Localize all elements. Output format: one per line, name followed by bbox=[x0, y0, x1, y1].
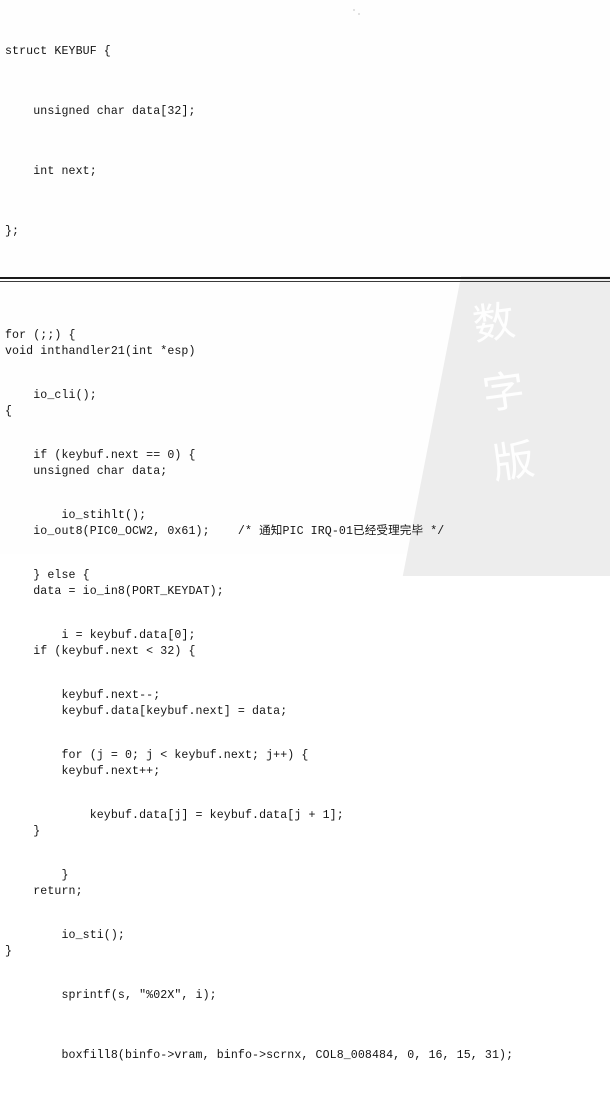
code-line: io_sti(); bbox=[5, 929, 125, 942]
code-line: } bbox=[5, 869, 69, 882]
code-line: unsigned char data[32]; bbox=[5, 105, 196, 118]
code-line: for (;;) { bbox=[5, 329, 76, 342]
code-line: boxfill8(binfo->vram, binfo->scrnx, COL8… bbox=[5, 1049, 514, 1062]
code-line: for (j = 0; j < keybuf.next; j++) { bbox=[5, 749, 309, 762]
code-line: keybuf.next--; bbox=[5, 689, 161, 702]
code-line: } else { bbox=[5, 569, 90, 582]
code-line: if (keybuf.next == 0) { bbox=[5, 449, 196, 462]
code-block-bottom: for (;;) { io_cli(); if (keybuf.next == … bbox=[0, 286, 610, 1108]
code-line: int next; bbox=[5, 165, 97, 178]
code-line: putfonts8_asc(binfo->vram, binfo->scrnx,… bbox=[0, 1106, 610, 1108]
code-line: i = keybuf.data[0]; bbox=[5, 629, 196, 642]
separator-rule-top bbox=[0, 277, 610, 279]
code-line: io_stihlt(); bbox=[5, 509, 147, 522]
code-line: }; bbox=[5, 225, 20, 238]
code-line: struct KEYBUF { bbox=[5, 45, 111, 58]
code-line: keybuf.data[j] = keybuf.data[j + 1]; bbox=[5, 809, 344, 822]
code-line: io_cli(); bbox=[5, 389, 97, 402]
code-line: sprintf(s, "%02X", i); bbox=[5, 989, 217, 1002]
separator-rule-bottom bbox=[0, 281, 610, 282]
